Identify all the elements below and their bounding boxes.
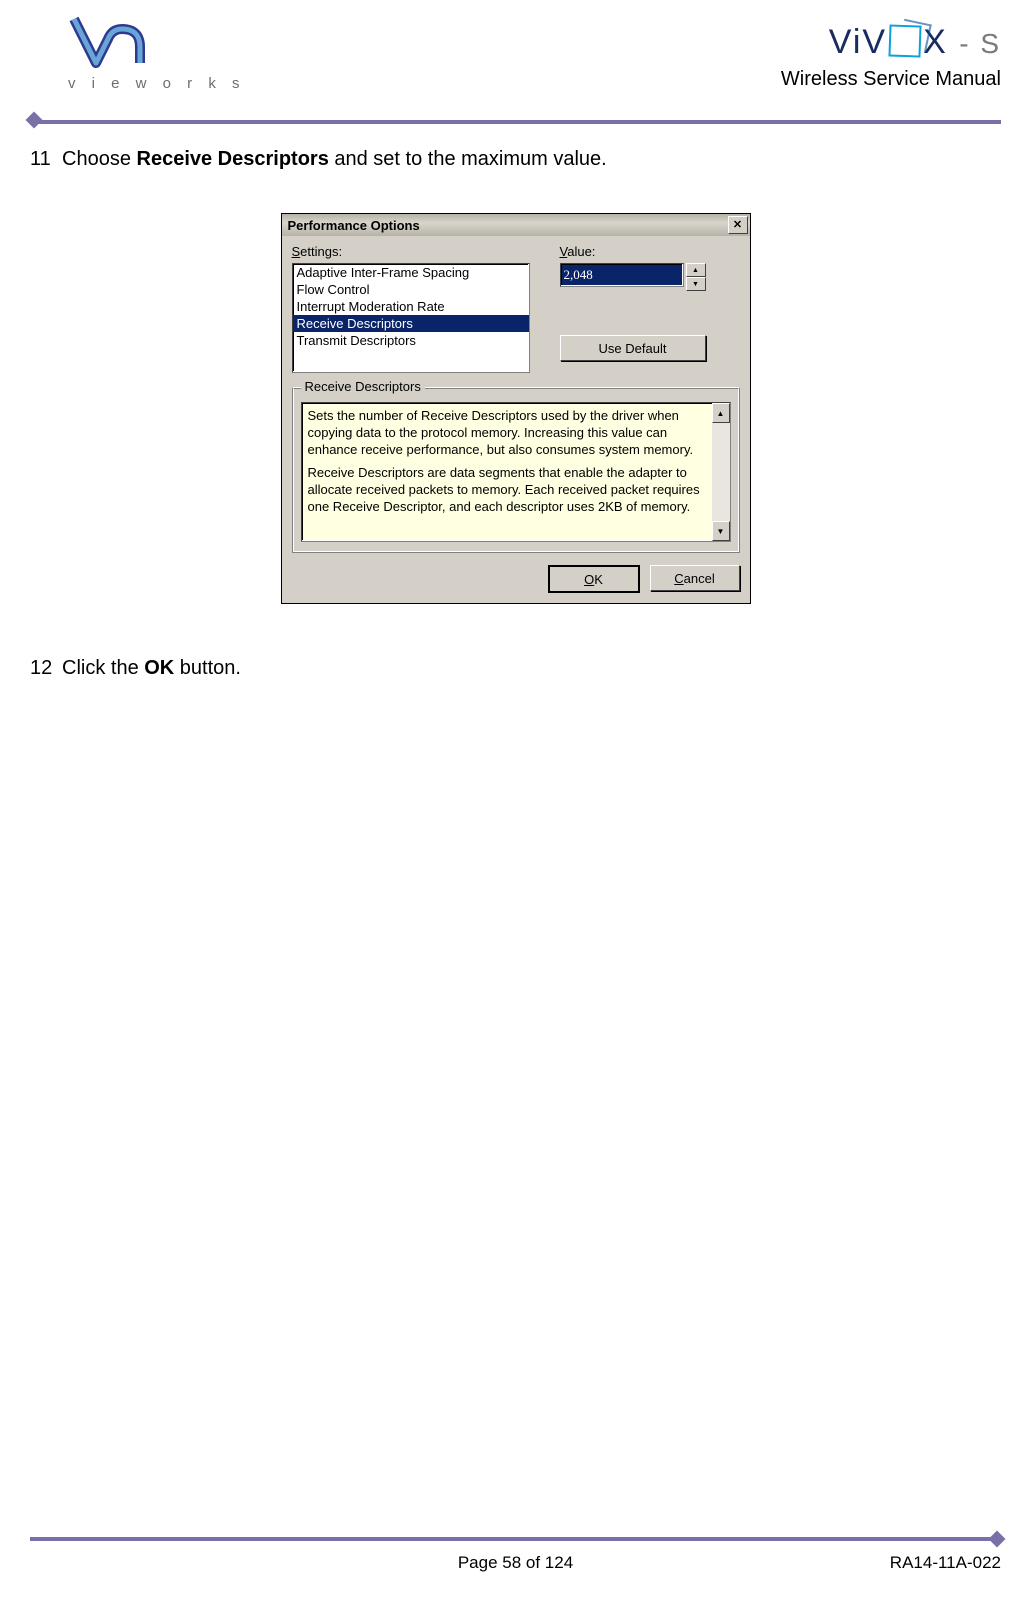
vivix-logo: ViVX - S <box>781 23 1001 62</box>
step-12-pre: Click the <box>62 657 144 679</box>
description-p1: Sets the number of Receive Descriptors u… <box>308 407 706 458</box>
footer-rule-diamond-icon <box>989 1531 1006 1548</box>
list-item[interactable]: Flow Control <box>293 281 529 298</box>
description-groupbox: Receive Descriptors Sets the number of R… <box>292 387 740 553</box>
doc-number: RA14-11A-022 <box>890 1553 1001 1573</box>
header-rule <box>30 120 1001 124</box>
doc-title: Wireless Service Manual <box>781 68 1001 91</box>
step-number: 12 <box>30 654 62 682</box>
vieworks-logo-text: v i e w o r k s <box>68 75 246 92</box>
scroll-up-icon[interactable]: ▲ <box>712 403 730 423</box>
page-footer: Page 58 of 124 RA14-11A-022 <box>30 1537 1001 1587</box>
list-item[interactable]: Interrupt Moderation Rate <box>293 298 529 315</box>
dialog-footer: OK Cancel <box>282 563 750 603</box>
vieworks-logo: v i e w o r k s <box>68 15 246 92</box>
list-item[interactable]: Adaptive Inter-Frame Spacing <box>293 264 529 281</box>
step-11-pre: Choose <box>62 148 137 170</box>
use-default-button[interactable]: Use Default <box>560 335 706 361</box>
value-input[interactable] <box>560 263 684 287</box>
step-text: Choose Receive Descriptors and set to th… <box>62 145 607 173</box>
list-item-selected[interactable]: Receive Descriptors <box>293 315 529 332</box>
groupbox-label: Receive Descriptors <box>301 379 425 394</box>
spinner-up-button[interactable]: ▲ <box>686 263 706 277</box>
spinner-down-button[interactable]: ▼ <box>686 277 706 291</box>
step-text: Click the OK button. <box>62 654 241 682</box>
close-button[interactable]: ✕ <box>728 216 748 234</box>
page: v i e w o r k s ViVX - S Wireless Servic… <box>0 0 1031 1607</box>
dialog-screenshot: Performance Options ✕ Settings: Adaptive… <box>30 213 1001 604</box>
step-11-bold: Receive Descriptors <box>137 148 329 170</box>
footer-rule <box>30 1537 1001 1541</box>
description-scrollbar[interactable]: ▲ ▼ <box>712 403 730 541</box>
dialog-titlebar: Performance Options ✕ <box>282 214 750 236</box>
performance-options-dialog: Performance Options ✕ Settings: Adaptive… <box>281 213 751 604</box>
list-item[interactable]: Transmit Descriptors <box>293 332 529 349</box>
header-rule-diamond-icon <box>26 112 43 129</box>
settings-label: Settings: <box>292 244 530 259</box>
page-number: Page 58 of 124 <box>30 1553 1001 1573</box>
close-icon: ✕ <box>733 220 742 231</box>
vivix-logo-block: ViVX - S Wireless Service Manual <box>781 23 1001 91</box>
settings-listbox[interactable]: Adaptive Inter-Frame Spacing Flow Contro… <box>292 263 530 373</box>
description-p2: Receive Descriptors are data segments th… <box>308 464 706 515</box>
use-default-label: Use Default <box>599 341 667 356</box>
step-12-post: button. <box>174 657 241 679</box>
scroll-down-icon[interactable]: ▼ <box>712 521 730 541</box>
value-label: Value: <box>560 244 706 259</box>
page-content: 11 Choose Receive Descriptors and set to… <box>30 145 1001 722</box>
description-panel: Sets the number of Receive Descriptors u… <box>301 402 731 542</box>
value-spinner: ▲ ▼ <box>560 263 706 291</box>
step-12-bold: OK <box>144 657 174 679</box>
vivix-box-icon <box>889 24 922 57</box>
ok-button[interactable]: OK <box>548 565 640 593</box>
page-header: v i e w o r k s ViVX - S Wireless Servic… <box>30 15 1001 125</box>
cancel-button[interactable]: Cancel <box>650 565 740 591</box>
dialog-body: Settings: Adaptive Inter-Frame Spacing F… <box>282 236 750 563</box>
description-text: Sets the number of Receive Descriptors u… <box>302 403 712 541</box>
step-11: 11 Choose Receive Descriptors and set to… <box>30 145 1001 173</box>
dialog-title: Performance Options <box>288 218 420 233</box>
scroll-track[interactable] <box>712 423 730 521</box>
step-12: 12 Click the OK button. <box>30 654 1001 682</box>
step-number: 11 <box>30 145 62 173</box>
step-11-post: and set to the maximum value. <box>329 148 607 170</box>
